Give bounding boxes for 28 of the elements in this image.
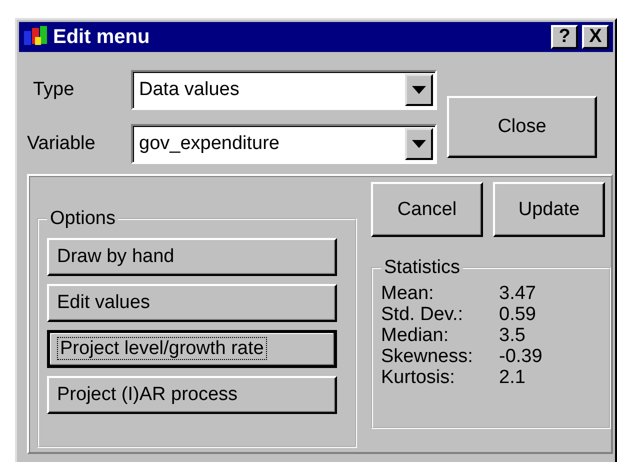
- option-button[interactable]: Edit values: [47, 284, 337, 322]
- dropdown-field[interactable]: Data values: [131, 70, 437, 110]
- group-title: Statistics: [383, 257, 462, 279]
- field-label: Type: [32, 79, 76, 101]
- stat-value: 2.1: [499, 367, 526, 388]
- group-title: Options: [49, 208, 116, 230]
- stat-value: -0.39: [499, 346, 544, 367]
- stat-value: 0.59: [499, 304, 537, 325]
- stat-name: Kurtosis:: [381, 367, 456, 388]
- stat-name: Mean:: [381, 283, 435, 304]
- option-button[interactable]: Project level/growth rate: [47, 330, 337, 368]
- title-bar-button[interactable]: X: [582, 25, 609, 49]
- stat-name: Skewness:: [381, 346, 474, 367]
- dropdown-field[interactable]: gov_expenditure: [131, 124, 437, 164]
- option-button[interactable]: Project (I)AR process: [47, 376, 337, 414]
- field-label: Variable: [27, 133, 96, 155]
- window-title: Edit menu: [53, 26, 151, 48]
- close-button[interactable]: Close: [447, 96, 597, 158]
- dropdown-arrow-icon: [412, 140, 426, 148]
- stat-value: 3.5: [499, 325, 526, 346]
- stat-name: Median:: [381, 325, 450, 346]
- title-bar-button[interactable]: ?: [551, 25, 578, 49]
- stat-value: 3.47: [499, 283, 537, 304]
- option-button[interactable]: Draw by hand: [47, 238, 337, 276]
- dropdown-arrow-icon: [412, 86, 426, 94]
- action-button[interactable]: Update: [493, 182, 605, 237]
- stat-name: Std. Dev.:: [381, 304, 464, 325]
- action-button[interactable]: Cancel: [371, 182, 483, 237]
